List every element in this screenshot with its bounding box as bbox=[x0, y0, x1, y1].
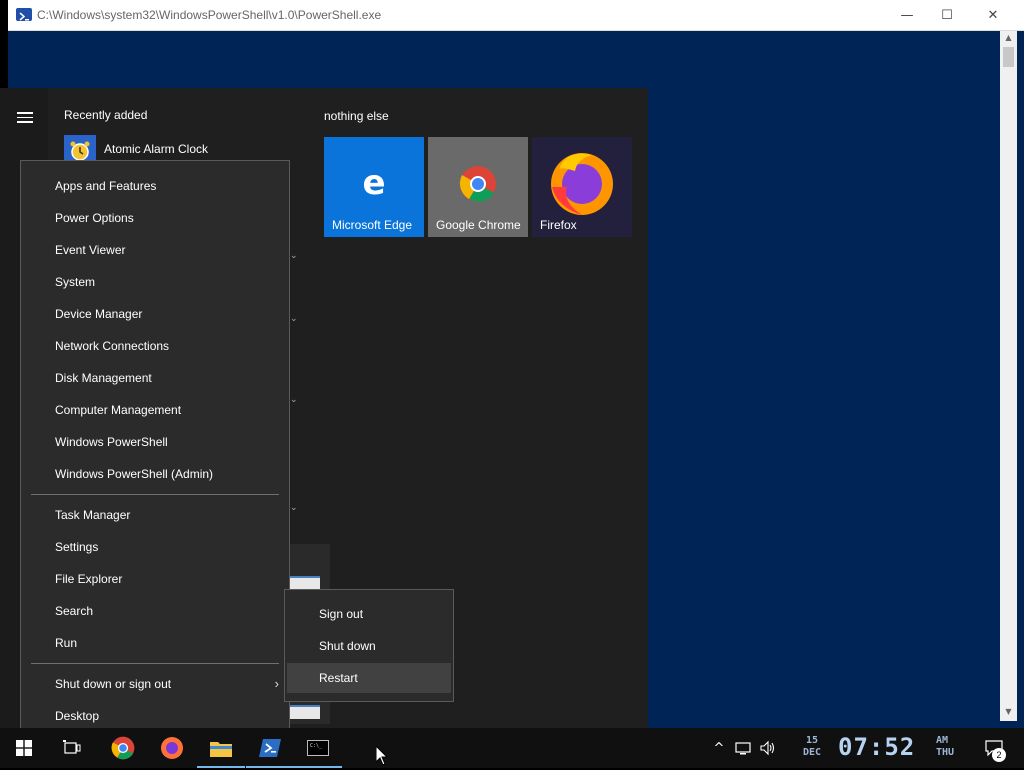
scroll-down-arrow-icon[interactable]: ▼ bbox=[1000, 705, 1017, 719]
menu-item-network-connections[interactable]: Network Connections bbox=[21, 331, 289, 361]
powershell-icon bbox=[259, 739, 281, 757]
svg-text:C:\_: C:\_ bbox=[310, 743, 323, 749]
recent-app-label[interactable]: Atomic Alarm Clock bbox=[104, 142, 208, 156]
clock-ampm[interactable]: AM THU bbox=[936, 735, 954, 759]
tile-label: Microsoft Edge bbox=[332, 218, 413, 232]
menu-item-system[interactable]: System bbox=[21, 267, 289, 297]
taskbar-file-explorer[interactable] bbox=[197, 728, 245, 768]
start-button[interactable] bbox=[0, 728, 48, 768]
chrome-icon bbox=[111, 736, 135, 760]
tile-label: Google Chrome bbox=[436, 218, 521, 232]
svg-text:e: e bbox=[362, 165, 385, 199]
menu-item-file-explorer[interactable]: File Explorer bbox=[21, 564, 289, 594]
clock-month: DEC bbox=[802, 747, 822, 758]
close-button[interactable]: ✕ bbox=[970, 0, 1016, 31]
maximize-button[interactable]: ☐ bbox=[924, 0, 970, 31]
file-explorer-icon bbox=[210, 742, 232, 757]
chevron-down-icon[interactable]: ⌄ bbox=[290, 251, 298, 261]
menu-item-settings[interactable]: Settings bbox=[21, 532, 289, 562]
clock-time[interactable]: 07:52 bbox=[838, 733, 915, 761]
tile-microsoft-edge[interactable]: e Microsoft Edge bbox=[324, 137, 424, 237]
vertical-scrollbar[interactable]: ▲ ▼ bbox=[1000, 31, 1017, 721]
menu-item-apps-and-features[interactable]: Apps and Features bbox=[21, 171, 289, 201]
clock-date[interactable]: 15 DEC bbox=[796, 735, 828, 759]
powershell-icon bbox=[16, 8, 32, 21]
taskbar-firefox[interactable] bbox=[148, 728, 196, 768]
tile-firefox[interactable]: Firefox bbox=[532, 137, 632, 237]
mouse-cursor-icon bbox=[375, 744, 389, 770]
menu-item-windows-powershell[interactable]: Windows PowerShell bbox=[21, 427, 289, 457]
action-center-button[interactable] bbox=[980, 728, 1008, 768]
menu-item-disk-management[interactable]: Disk Management bbox=[21, 363, 289, 393]
menu-item-search[interactable]: Search bbox=[21, 596, 289, 626]
chevron-down-icon[interactable]: ⌄ bbox=[290, 395, 298, 405]
submenu-item-restart[interactable]: Restart bbox=[287, 663, 451, 693]
firefox-icon bbox=[161, 737, 183, 759]
window-title: C:\Windows\system32\WindowsPowerShell\v1… bbox=[37, 8, 382, 22]
app-thumbnail-icon bbox=[290, 576, 320, 590]
menu-item-windows-powershell-admin[interactable]: Windows PowerShell (Admin) bbox=[21, 459, 289, 489]
taskbar-chrome[interactable] bbox=[99, 728, 147, 768]
menu-item-task-manager[interactable]: Task Manager bbox=[21, 500, 289, 530]
taskbar-powershell[interactable] bbox=[246, 728, 294, 768]
console-icon: C:\_ bbox=[307, 740, 329, 756]
powershell-titlebar[interactable]: C:\Windows\system32\WindowsPowerShell\v1… bbox=[8, 0, 1024, 31]
hamburger-icon[interactable] bbox=[17, 112, 33, 123]
menu-item-power-options[interactable]: Power Options bbox=[21, 203, 289, 233]
chevron-right-icon: › bbox=[274, 676, 279, 691]
firefox-icon bbox=[547, 147, 617, 221]
taskbar: C:\_ ^ 15 DEC 07:52 AM THU 2 bbox=[0, 728, 1024, 768]
shutdown-submenu: Sign out Shut down Restart bbox=[284, 589, 454, 702]
menu-separator bbox=[31, 663, 279, 664]
task-view-icon bbox=[63, 740, 81, 754]
submenu-item-shut-down[interactable]: Shut down bbox=[287, 631, 451, 661]
tile-group-title[interactable]: nothing else bbox=[324, 109, 389, 123]
menu-item-computer-management[interactable]: Computer Management bbox=[21, 395, 289, 425]
start-icon bbox=[16, 740, 32, 756]
task-view-button[interactable] bbox=[48, 728, 96, 768]
menu-item-event-viewer[interactable]: Event Viewer bbox=[21, 235, 289, 265]
scroll-thumb[interactable] bbox=[1003, 47, 1014, 67]
scroll-up-arrow-icon[interactable]: ▲ bbox=[1000, 31, 1017, 45]
chrome-icon bbox=[459, 165, 497, 207]
clock-day-number: 15 bbox=[805, 735, 819, 746]
power-user-menu: Apps and Features Power Options Event Vi… bbox=[20, 160, 290, 740]
edge-icon: e bbox=[357, 163, 391, 203]
clock-meridiem: AM bbox=[936, 735, 949, 746]
menu-item-device-manager[interactable]: Device Manager bbox=[21, 299, 289, 329]
volume-icon[interactable] bbox=[758, 728, 778, 768]
clock-weekday: THU bbox=[936, 747, 955, 758]
tile-google-chrome[interactable]: Google Chrome bbox=[428, 137, 528, 237]
menu-item-run[interactable]: Run bbox=[21, 628, 289, 658]
chevron-down-icon[interactable]: ⌄ bbox=[290, 503, 298, 513]
recently-added-heading: Recently added bbox=[64, 108, 148, 122]
menu-item-shut-down-or-sign-out[interactable]: Shut down or sign out › bbox=[21, 669, 289, 699]
show-hidden-icons-chevron-icon[interactable]: ^ bbox=[710, 728, 728, 768]
tile-label: Firefox bbox=[540, 218, 577, 232]
taskbar-console[interactable]: C:\_ bbox=[294, 728, 342, 768]
menu-item-desktop[interactable]: Desktop bbox=[21, 701, 289, 731]
app-thumbnail-icon bbox=[290, 705, 320, 719]
notification-count-badge: 2 bbox=[992, 748, 1006, 762]
menu-separator bbox=[31, 494, 279, 495]
network-icon[interactable] bbox=[734, 728, 754, 768]
menu-item-label: Shut down or sign out bbox=[55, 677, 172, 691]
chevron-down-icon[interactable]: ⌄ bbox=[290, 314, 298, 324]
submenu-item-sign-out[interactable]: Sign out bbox=[287, 599, 451, 629]
